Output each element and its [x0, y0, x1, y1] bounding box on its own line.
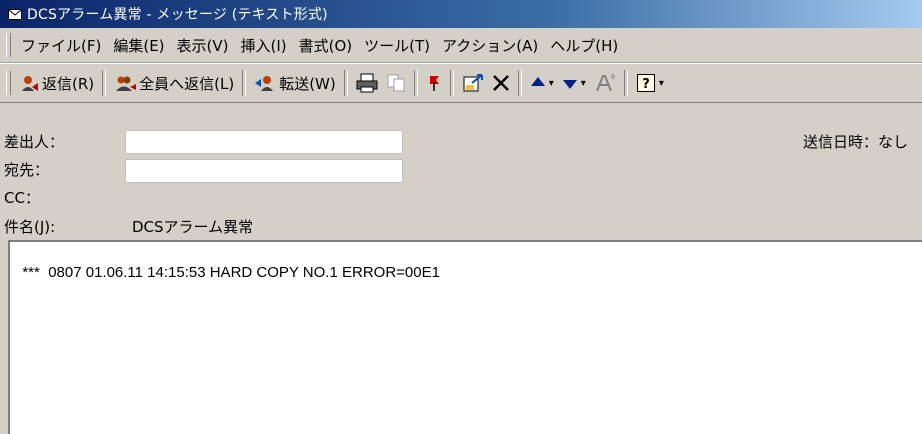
toolbar-separator: [517, 70, 522, 96]
reply-all-button[interactable]: 全員へ返信(L): [110, 68, 238, 98]
forward-button[interactable]: 転送(W): [250, 68, 340, 98]
message-body-text: *** 0807 01.06.11 14:15:53 HARD COPY NO.…: [22, 264, 440, 281]
toolbar-separator: [343, 70, 348, 96]
font-a-icon: [594, 73, 616, 93]
move-to-folder-icon: [462, 73, 484, 93]
svg-text:?: ?: [642, 77, 650, 92]
forward-label: 転送(W): [279, 74, 336, 93]
next-item-button[interactable]: ▾: [558, 68, 590, 98]
toolbar-separator: [413, 70, 418, 96]
title-bar[interactable]: DCSアラーム異常 - メッセージ (テキスト形式): [0, 0, 922, 28]
menu-actions[interactable]: アクション(A): [436, 35, 544, 56]
printer-icon: [356, 73, 378, 93]
menu-format[interactable]: 書式(O): [293, 35, 359, 56]
delete-icon: [492, 74, 510, 92]
reply-icon: [19, 74, 39, 92]
delete-button[interactable]: [488, 68, 514, 98]
reply-button[interactable]: 返信(R): [15, 68, 98, 98]
message-body[interactable]: *** 0807 01.06.11 14:15:53 HARD COPY NO.…: [8, 240, 922, 434]
menu-file[interactable]: ファイル(F): [15, 35, 107, 56]
move-to-folder-button[interactable]: [458, 68, 488, 98]
reply-all-label: 全員へ返信(L): [139, 74, 235, 93]
chevron-down-icon[interactable]: ▾: [581, 78, 586, 89]
to-label: 宛先：: [4, 161, 50, 179]
previous-item-button[interactable]: ▾: [526, 68, 558, 98]
menubar-grip[interactable]: [6, 33, 11, 57]
subject-value: DCSアラーム異常: [132, 218, 254, 236]
toolbar-grip[interactable]: [6, 71, 11, 95]
toolbar-separator: [623, 70, 628, 96]
flag-button[interactable]: [422, 68, 446, 98]
reply-all-icon: [114, 74, 137, 92]
menu-bar: ファイル(F) 編集(E) 表示(V) 挿入(I) 書式(O) ツール(T) ア…: [0, 28, 922, 63]
window-title: DCSアラーム異常 - メッセージ (テキスト形式): [27, 7, 328, 23]
copy-icon: [386, 73, 406, 93]
toolbar-separator: [102, 70, 107, 96]
to-field[interactable]: [125, 159, 403, 183]
from-label: 差出人：: [4, 133, 65, 151]
menu-tools[interactable]: ツール(T): [358, 35, 436, 56]
print-button[interactable]: [352, 68, 382, 98]
arrow-down-icon: [562, 76, 578, 90]
cc-label: CC：: [4, 189, 40, 207]
toolbar-separator: [242, 70, 247, 96]
copy-button[interactable]: [382, 68, 410, 98]
help-icon: ?: [636, 73, 656, 93]
toolbar: 返信(R) 全員へ返信(L) 転送(W) ▾ ▾ ? ▾: [0, 63, 922, 103]
message-header: 差出人： 送信日時：なし 宛先： CC： 件名(J): DCSアラーム異常: [0, 103, 922, 238]
from-field[interactable]: [125, 130, 403, 154]
sent-value: なし: [877, 133, 908, 151]
flag-icon: [426, 73, 442, 93]
arrow-up-icon: [530, 76, 546, 90]
menu-help[interactable]: ヘルプ(H): [544, 35, 624, 56]
reply-label: 返信(R): [42, 74, 95, 93]
address-book-button[interactable]: [590, 68, 620, 98]
chevron-down-icon[interactable]: ▾: [549, 78, 554, 89]
subject-label: 件名(J):: [4, 218, 56, 236]
chevron-down-icon[interactable]: ▾: [659, 78, 664, 89]
help-button[interactable]: ? ▾: [632, 68, 668, 98]
envelope-icon: [8, 8, 22, 20]
forward-icon: [254, 74, 276, 92]
toolbar-separator: [449, 70, 454, 96]
sent-date: 送信日時：なし: [803, 131, 908, 152]
sent-label: 送信日時：: [802, 133, 878, 151]
menu-view[interactable]: 表示(V): [171, 35, 235, 56]
menu-insert[interactable]: 挿入(I): [235, 35, 293, 56]
menu-edit[interactable]: 編集(E): [107, 35, 170, 56]
